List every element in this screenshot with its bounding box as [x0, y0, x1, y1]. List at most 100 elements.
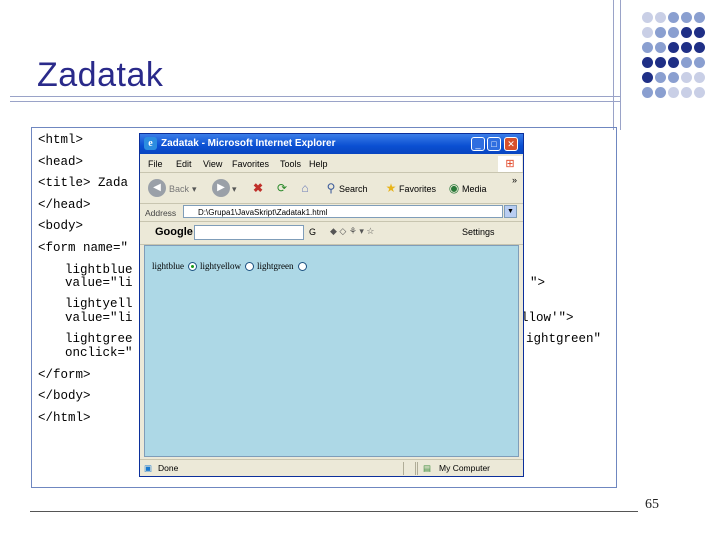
decor-dot [681, 57, 692, 68]
code-line: <title> Zada [38, 176, 129, 190]
decor-dot [655, 42, 666, 53]
decor-horizontal-line [10, 101, 620, 102]
decor-vertical-line [620, 0, 621, 130]
decor-dot [668, 72, 679, 83]
search-label[interactable]: Search [339, 184, 368, 194]
decor-dot [668, 87, 679, 98]
decor-dot [655, 12, 666, 23]
maximize-button[interactable]: □ [487, 137, 501, 151]
code-line: ightgreen" [526, 332, 602, 346]
decor-dot [668, 42, 679, 53]
menu-file[interactable]: File [148, 159, 163, 169]
radio-lightblue[interactable] [188, 261, 197, 271]
code-line: <html> [38, 133, 84, 147]
search-icon[interactable]: ⚲ [323, 180, 339, 196]
forward-icon[interactable]: ▶ [212, 179, 230, 197]
decor-dot [655, 72, 666, 83]
dropdown-arrow-icon[interactable]: ▾ [232, 184, 237, 195]
decor-dot [694, 57, 705, 68]
address-input[interactable]: D:\Grupa1\JavaSkript\Zadatak1.html [183, 205, 503, 218]
decor-dot [681, 72, 692, 83]
page-number: 65 [645, 497, 659, 512]
google-toolbar-icons[interactable]: ◆ ◇ ⚘ ▾ ☆ [330, 226, 375, 237]
status-divider [415, 462, 416, 475]
code-line: </body> [38, 389, 91, 403]
decor-dot [681, 42, 692, 53]
decor-vertical-line [613, 0, 614, 130]
google-logo: Google [155, 226, 193, 238]
ie-logo-icon: e [144, 137, 157, 150]
address-dropdown-button[interactable]: ▼ [504, 205, 517, 218]
code-line: value="li [65, 311, 133, 325]
code-line: "> [530, 276, 546, 290]
code-line: lightyell [65, 297, 133, 311]
address-label: Address [145, 208, 177, 218]
decor-dot [668, 57, 679, 68]
favorites-star-icon[interactable]: ★ [383, 180, 399, 196]
decor-dot [642, 27, 653, 38]
toolbar: ◀ Back ▾ ▶ ▾ ✖ ⟳ ⌂ ⚲ Search ★ Favorites … [140, 173, 523, 204]
decor-dot [642, 87, 653, 98]
decor-dot [694, 12, 705, 23]
footer-line [30, 511, 638, 512]
decor-dot [668, 27, 679, 38]
code-line: </html> [38, 411, 91, 425]
menu-favorites[interactable]: Favorites [232, 159, 269, 169]
status-zone: My Computer [439, 463, 491, 473]
google-search-input[interactable] [194, 225, 304, 240]
slide-title: Zadatak [37, 56, 164, 94]
radio-label-lightblue: lightblue [152, 261, 184, 271]
menu-edit[interactable]: Edit [176, 159, 192, 169]
favorites-label[interactable]: Favorites [399, 184, 436, 194]
dropdown-arrow-icon[interactable]: ▾ [192, 184, 197, 195]
decor-dot [681, 87, 692, 98]
menu-bar: File Edit View Favorites Tools Help ⊞ [140, 155, 523, 173]
browser-window: e Zadatak - Microsoft Internet Explorer … [139, 133, 524, 477]
status-divider [403, 462, 404, 475]
google-settings-button[interactable]: Settings [462, 227, 495, 237]
toolbar-overflow-icon[interactable]: » [512, 175, 517, 185]
google-toolbar: Google G ◆ ◇ ⚘ ▾ ☆ Settings [140, 222, 523, 245]
back-label[interactable]: Back [169, 184, 189, 194]
decor-dot [694, 72, 705, 83]
address-bar: Address D:\Grupa1\JavaSkript\Zadatak1.ht… [140, 204, 523, 222]
code-line: llow'"> [521, 311, 574, 325]
radio-lightyellow[interactable] [245, 261, 254, 271]
code-line: </form> [38, 368, 91, 382]
decor-dot [642, 12, 653, 23]
code-line: value="li [65, 276, 133, 290]
color-radio-group: lightblue lightyellow lightgreen [152, 261, 310, 271]
code-line: <form name=" [38, 241, 129, 255]
media-label[interactable]: Media [462, 184, 487, 194]
decor-dot [694, 42, 705, 53]
stop-icon[interactable]: ✖ [250, 180, 266, 196]
computer-icon: ▤ [423, 463, 432, 473]
refresh-icon[interactable]: ⟳ [274, 180, 290, 196]
decor-dot [642, 72, 653, 83]
page-icon: ▣ [144, 463, 153, 473]
page-content: lightblue lightyellow lightgreen [144, 245, 519, 457]
decor-dot [642, 42, 653, 53]
menu-help[interactable]: Help [309, 159, 328, 169]
decor-dot [694, 87, 705, 98]
minimize-button[interactable]: _ [471, 137, 485, 151]
code-line: onclick=" [65, 346, 133, 360]
media-icon[interactable]: ◉ [446, 180, 462, 196]
menu-tools[interactable]: Tools [280, 159, 301, 169]
decor-dot [681, 27, 692, 38]
close-button[interactable]: ✕ [504, 137, 518, 151]
decor-dot [681, 12, 692, 23]
radio-lightgreen[interactable] [297, 261, 307, 271]
radio-label-lightgreen: lightgreen [257, 261, 294, 271]
browser-titlebar[interactable]: e Zadatak - Microsoft Internet Explorer … [140, 134, 523, 154]
decor-dot [655, 87, 666, 98]
decor-dot [655, 57, 666, 68]
decor-dot [642, 57, 653, 68]
home-icon[interactable]: ⌂ [297, 180, 313, 196]
google-go-button[interactable]: G [309, 227, 316, 237]
menu-view[interactable]: View [203, 159, 222, 169]
code-line: <head> [38, 155, 84, 169]
code-line: <body> [38, 219, 84, 233]
back-icon[interactable]: ◀ [148, 179, 166, 197]
decor-dot [668, 12, 679, 23]
